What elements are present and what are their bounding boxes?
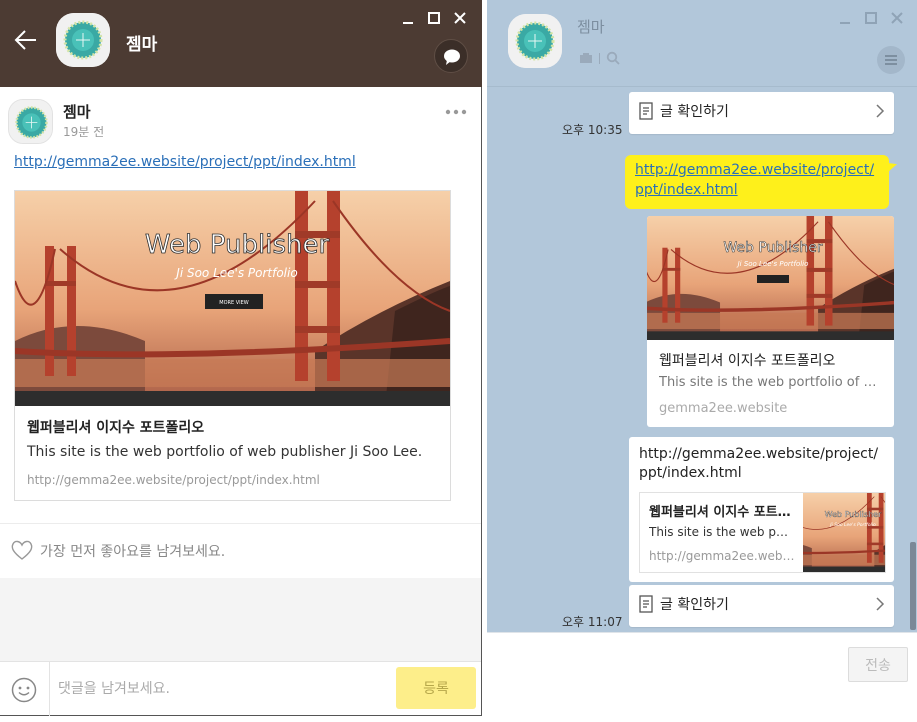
- card-title: 웹퍼블리셔 이지수 포트폴리오: [27, 420, 205, 436]
- emoticon-icon[interactable]: [10, 676, 38, 704]
- chat-button[interactable]: [434, 39, 468, 73]
- message-time: 오후 11:07: [562, 615, 623, 629]
- check-post-button[interactable]: 글 확인하기: [629, 92, 894, 134]
- link-message-bubble[interactable]: http://gemma2ee.website/project/ppt/inde…: [625, 155, 889, 209]
- check-post-label: 글 확인하기: [660, 104, 729, 120]
- divider: [0, 523, 481, 524]
- preview-image-title: Web Publisher: [145, 230, 330, 260]
- drawer-icon[interactable]: [579, 52, 593, 64]
- header-title: 젬마: [126, 35, 158, 55]
- preview-image-subtitle: Ji Soo Lee's Portfolio: [174, 266, 297, 280]
- search-icon[interactable]: [606, 51, 620, 65]
- speech-bubble-icon: [444, 49, 460, 65]
- chevron-right-icon: [874, 596, 886, 612]
- link-preview-card[interactable]: Web Publisher Ji Soo Lee's Portfolio 웹퍼블…: [647, 216, 894, 427]
- message-text: http://gemma2ee.website/project/ppt/inde…: [639, 446, 879, 481]
- document-icon: [638, 595, 654, 613]
- minimize-icon[interactable]: [400, 10, 416, 26]
- post-author-avatar[interactable]: [8, 99, 53, 144]
- post-time: 19분 전: [63, 125, 105, 139]
- window-controls: [837, 10, 905, 26]
- card-description: This site is the web portfolio of web pu…: [659, 375, 887, 390]
- divider: [49, 662, 50, 716]
- arrow-left-icon[interactable]: [12, 26, 40, 54]
- document-icon: [638, 102, 654, 120]
- shared-post-message[interactable]: http://gemma2ee.website/project/ppt/inde…: [629, 437, 894, 582]
- comments-area: [0, 578, 481, 661]
- close-icon[interactable]: [889, 10, 905, 26]
- inner-title: 웹퍼블리셔 이지수 포트폴리오: [649, 505, 795, 520]
- post-author[interactable]: 젬마: [63, 101, 91, 122]
- inner-link-preview[interactable]: 웹퍼블리셔 이지수 포트폴리오 This site is the web por…: [639, 492, 886, 573]
- comment-input[interactable]: [58, 672, 388, 706]
- scrollbar[interactable]: [910, 542, 916, 630]
- like-prompt: 가장 먼저 좋아요를 남겨보세요.: [40, 544, 226, 560]
- comment-bar: 등록: [0, 661, 481, 716]
- preview-image-subtitle: Ji Soo Lee's Portfolio: [736, 260, 809, 268]
- chat-window: 젬마 글 확인하기 오후 10:35 http://gemma2ee.websi…: [487, 0, 917, 722]
- message-input-area[interactable]: 전송: [487, 632, 917, 722]
- heart-icon[interactable]: [9, 537, 35, 563]
- card-description: This site is the web portfolio of web pu…: [27, 444, 423, 460]
- post-header: 젬마: [0, 0, 482, 87]
- inner-thumbnail: Web Publisher Ji Soo Lee's Portfolio: [803, 493, 885, 572]
- message-time: 오후 10:35: [562, 123, 623, 137]
- preview-image-title: Web Publisher: [723, 240, 822, 256]
- post-detail-window: 젬마 젬마 19분 전 http://gemma2ee.website/proj…: [0, 0, 482, 716]
- maximize-icon[interactable]: [863, 10, 879, 26]
- chevron-right-icon: [874, 103, 886, 119]
- avatar[interactable]: [508, 14, 562, 68]
- avatar[interactable]: [56, 13, 110, 67]
- inner-image-subtitle: Ji Soo Lee's Portfolio: [829, 522, 876, 528]
- close-icon[interactable]: [452, 10, 468, 26]
- check-post-label: 글 확인하기: [660, 597, 729, 613]
- window-controls: [400, 10, 468, 26]
- preview-image: Web Publisher Ji Soo Lee's Portfolio: [647, 216, 894, 340]
- submit-button[interactable]: 등록: [396, 667, 476, 709]
- inner-description: This site is the web portfolio of web pu…: [649, 525, 795, 539]
- inner-url: http://gemma2ee.website/project/ppt/inde…: [649, 549, 795, 563]
- chat-header-tools: [579, 51, 620, 65]
- divider: [599, 52, 600, 64]
- inner-image-title: Web Publisher: [825, 510, 882, 519]
- preview-image: Web Publisher Ji Soo Lee's Portfolio MOR…: [15, 191, 450, 406]
- divider: [487, 86, 917, 87]
- link-preview-card[interactable]: Web Publisher Ji Soo Lee's Portfolio MOR…: [14, 190, 451, 501]
- chat-title: 젬마: [577, 18, 605, 36]
- menu-button[interactable]: [877, 46, 905, 74]
- maximize-icon[interactable]: [426, 10, 442, 26]
- card-url: gemma2ee.website: [659, 401, 788, 416]
- hamburger-icon: [885, 55, 897, 65]
- send-button[interactable]: 전송: [848, 647, 908, 682]
- card-url: http://gemma2ee.website/project/ppt/inde…: [27, 473, 320, 487]
- post-link[interactable]: http://gemma2ee.website/project/ppt/inde…: [14, 154, 356, 170]
- preview-image-button: MORE VIEW: [219, 300, 249, 306]
- card-title: 웹퍼블리셔 이지수 포트폴리오: [659, 353, 836, 369]
- check-post-button[interactable]: 글 확인하기: [629, 585, 894, 627]
- more-options-icon[interactable]: [444, 104, 468, 120]
- minimize-icon[interactable]: [837, 10, 853, 26]
